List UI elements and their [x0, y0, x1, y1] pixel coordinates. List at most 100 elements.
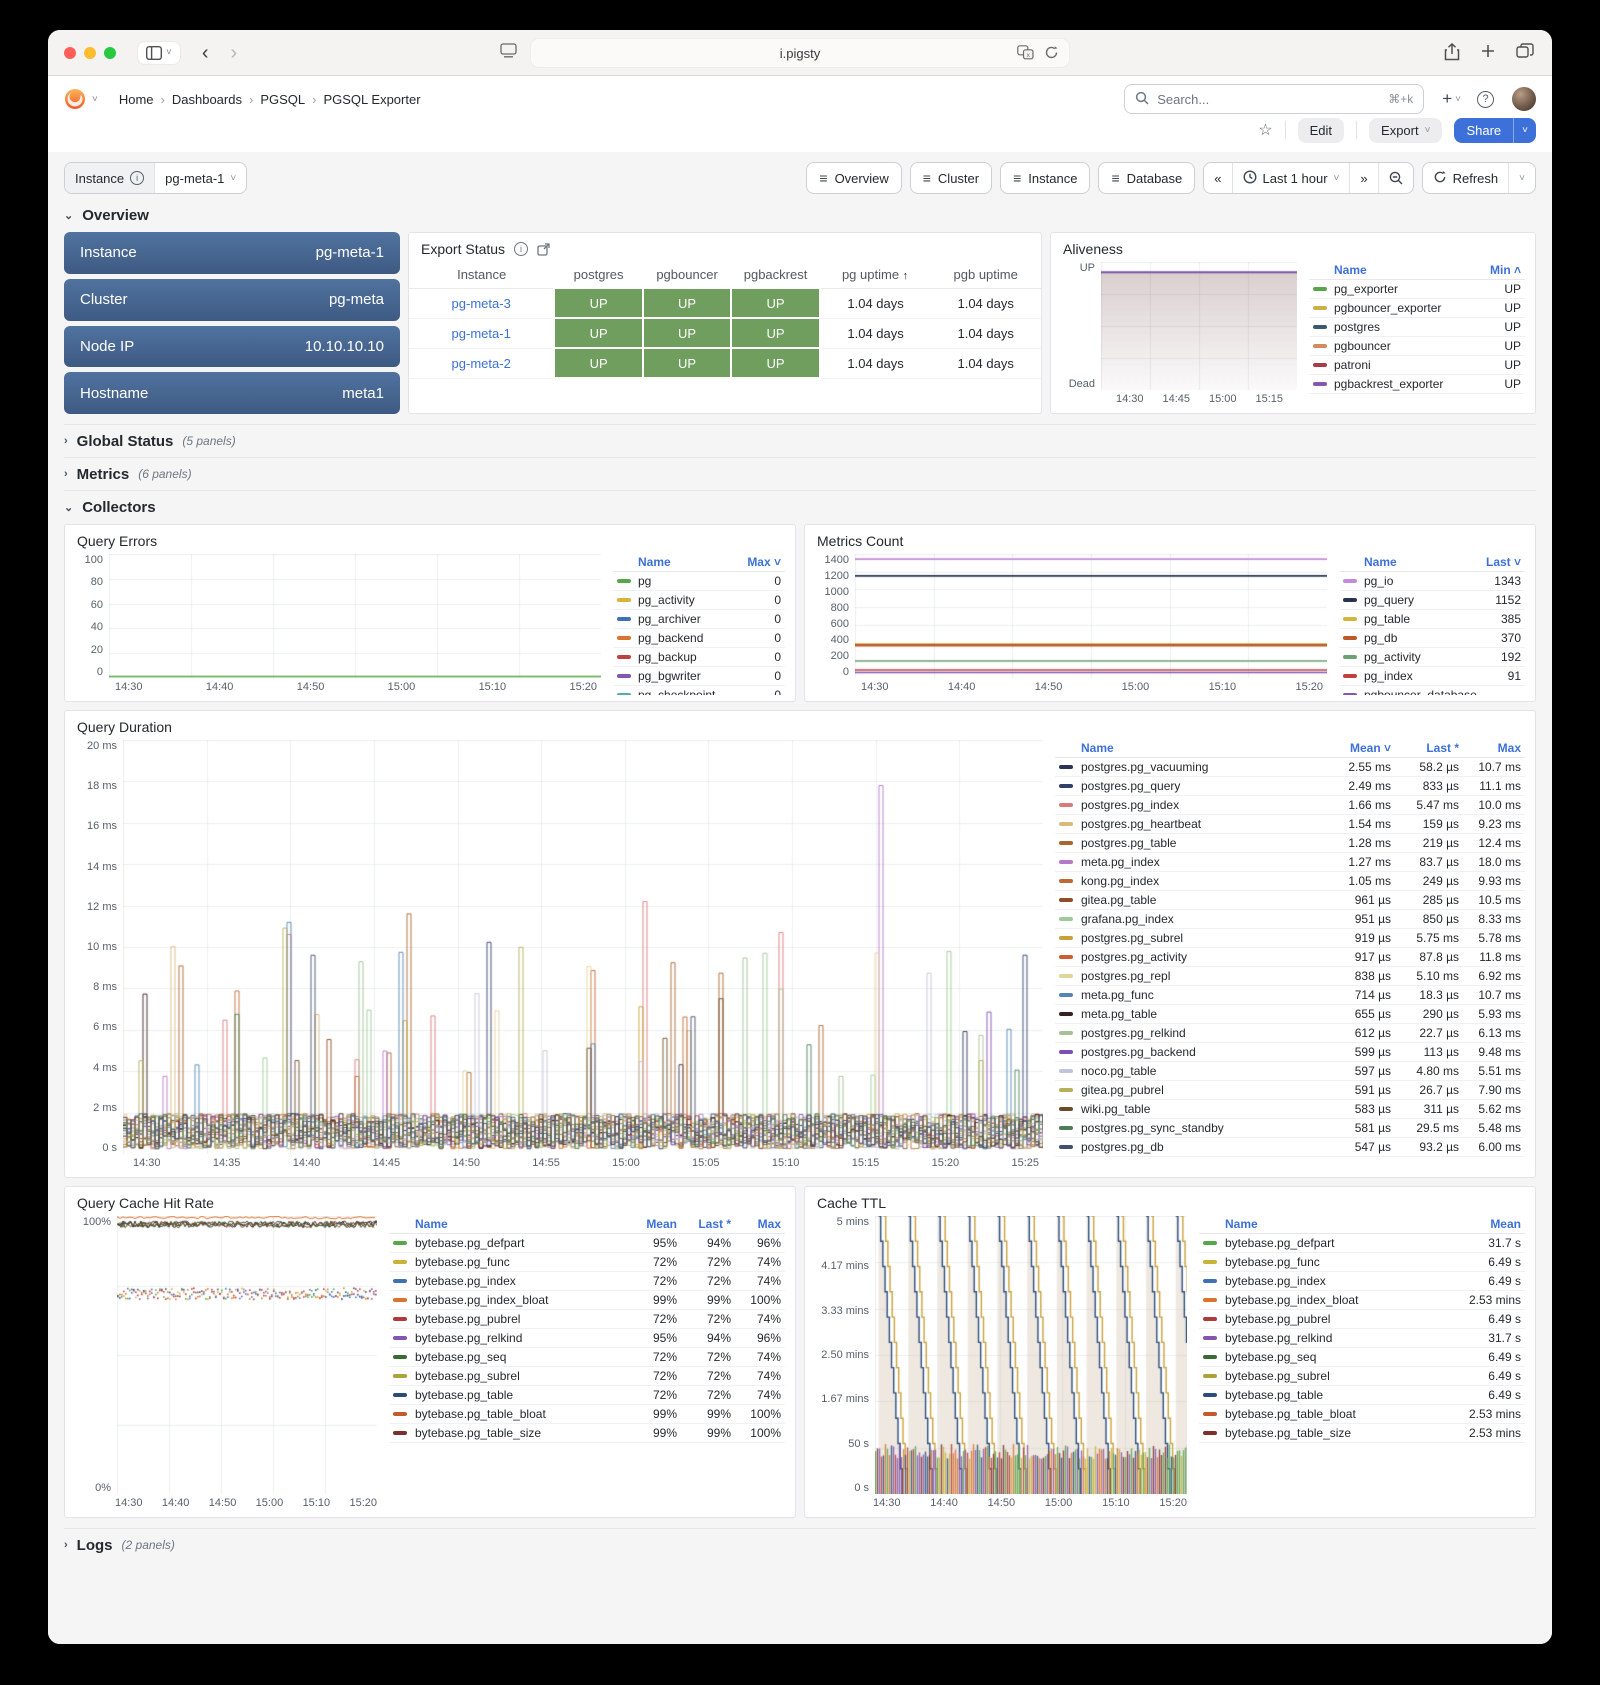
series-name[interactable]: grafana.pg_index — [1081, 912, 1323, 926]
time-shift-forward-button[interactable]: » — [1349, 163, 1377, 193]
legend-item[interactable]: postgres.pg_vacuuming 2.55 ms 58.2 µs 10… — [1055, 758, 1525, 777]
legend-item[interactable]: bytebase.pg_seq 72% 72% 74% — [389, 1348, 785, 1367]
series-name[interactable]: wiki.pg_table — [1081, 1102, 1323, 1116]
legend-item[interactable]: bytebase.pg_subrel 72% 72% 74% — [389, 1367, 785, 1386]
legend-item[interactable]: bytebase.pg_table 72% 72% 74% — [389, 1386, 785, 1405]
legend-item[interactable]: bytebase.pg_func 72% 72% 74% — [389, 1253, 785, 1272]
favorite-star-icon[interactable]: ☆ — [1258, 120, 1272, 140]
translate-icon[interactable]: x — [1017, 45, 1034, 63]
legend-item[interactable]: bytebase.pg_relkind 31.7 s — [1199, 1329, 1525, 1348]
series-name[interactable]: postgres.pg_repl — [1081, 969, 1323, 983]
legend-item[interactable]: pg_activity 0 — [613, 591, 785, 610]
series-name[interactable]: bytebase.pg_func — [1225, 1255, 1445, 1269]
aliveness-chart-canvas[interactable] — [1101, 262, 1297, 390]
series-name[interactable]: meta.pg_func — [1081, 988, 1323, 1002]
series-name[interactable]: postgres.pg_db — [1081, 1140, 1323, 1154]
reload-icon[interactable] — [1044, 45, 1059, 63]
legend-item[interactable]: pg_checkpoint 0 — [613, 686, 785, 695]
share-button[interactable]: Share ˅ — [1454, 118, 1536, 143]
legend-item[interactable]: bytebase.pg_pubrel 72% 72% 74% — [389, 1310, 785, 1329]
org-chevron-icon[interactable]: ˅ — [92, 94, 98, 105]
series-name[interactable]: postgres — [1334, 320, 1497, 334]
legend-item[interactable]: postgres.pg_relkind 612 µs 22.7 µs 6.13 … — [1055, 1024, 1525, 1043]
column-header[interactable]: pgbouncer — [643, 262, 731, 288]
series-name[interactable]: pg_backend — [638, 631, 767, 645]
series-name[interactable]: pgbouncer — [1334, 339, 1497, 353]
instance-link[interactable]: pg-meta-3 — [409, 288, 554, 318]
legend-item[interactable]: pg_index 91 — [1339, 667, 1525, 686]
add-menu-button[interactable]: + ˅ — [1442, 89, 1461, 109]
legend-item[interactable]: gitea.pg_table 961 µs 285 µs 10.5 ms — [1055, 891, 1525, 910]
series-name[interactable]: bytebase.pg_relkind — [1225, 1331, 1445, 1345]
legend-item[interactable]: postgres UP — [1309, 318, 1525, 337]
series-name[interactable]: noco.pg_table — [1081, 1064, 1323, 1078]
time-range-picker[interactable]: Last 1 hour ˅ — [1232, 163, 1350, 193]
legend-item[interactable]: postgres.pg_backend 599 µs 113 µs 9.48 m… — [1055, 1043, 1525, 1062]
series-name[interactable]: bytebase.pg_index_bloat — [1225, 1293, 1445, 1307]
series-name[interactable]: bytebase.pg_table_size — [1225, 1426, 1445, 1440]
series-name[interactable]: postgres.pg_vacuuming — [1081, 760, 1323, 774]
legend-item[interactable]: meta.pg_index 1.27 ms 83.7 µs 18.0 ms — [1055, 853, 1525, 872]
series-name[interactable]: postgres.pg_table — [1081, 836, 1323, 850]
breadcrumb-item[interactable]: › PGSQL — [249, 92, 305, 107]
cache-hit-chart-canvas[interactable] — [117, 1216, 377, 1494]
legend-item[interactable]: noco.pg_table 597 µs 4.80 ms 5.51 ms — [1055, 1062, 1525, 1081]
legend-item[interactable]: kong.pg_index 1.05 ms 249 µs 9.93 ms — [1055, 872, 1525, 891]
tab-overview-icon[interactable] — [1516, 43, 1534, 66]
legend-item[interactable]: pg_query 1152 — [1339, 591, 1525, 610]
breadcrumb-item[interactable]: Home — [112, 92, 154, 107]
series-name[interactable]: postgres.pg_backend — [1081, 1045, 1323, 1059]
series-name[interactable]: meta.pg_table — [1081, 1007, 1323, 1021]
query-duration-chart-canvas[interactable] — [123, 740, 1043, 1154]
info-icon[interactable]: i — [514, 242, 528, 256]
instance-link[interactable]: pg-meta-2 — [409, 348, 554, 378]
share-chevron-icon[interactable]: ˅ — [1513, 118, 1536, 143]
legend-item[interactable]: pg_io 1343 — [1339, 572, 1525, 591]
legend-item[interactable]: postgres.pg_sync_standby 581 µs 29.5 ms … — [1055, 1119, 1525, 1138]
series-name[interactable]: postgres.pg_sync_standby — [1081, 1121, 1323, 1135]
breadcrumb-label[interactable]: Dashboards — [172, 92, 242, 107]
series-name[interactable]: bytebase.pg_table — [1225, 1388, 1445, 1402]
help-icon[interactable]: ? — [1477, 91, 1494, 108]
metrics-count-chart-canvas[interactable] — [855, 554, 1327, 678]
series-name[interactable]: bytebase.pg_table_bloat — [1225, 1407, 1445, 1421]
instance-variable-select[interactable]: Instance i pg-meta-1 ˅ — [64, 162, 247, 194]
series-name[interactable]: postgres.pg_heartbeat — [1081, 817, 1323, 831]
minimize-window-button[interactable] — [84, 47, 96, 59]
cache-ttl-chart-canvas[interactable] — [875, 1216, 1187, 1494]
legend-item[interactable]: meta.pg_func 714 µs 18.3 µs 10.7 ms — [1055, 986, 1525, 1005]
search-input[interactable]: Search... ⌘+k — [1124, 84, 1424, 114]
legend-item[interactable]: bytebase.pg_index 72% 72% 74% — [389, 1272, 785, 1291]
legend-item[interactable]: grafana.pg_index 951 µs 850 µs 8.33 ms — [1055, 910, 1525, 929]
series-name[interactable]: postgres.pg_activity — [1081, 950, 1323, 964]
legend-item[interactable]: postgres.pg_table 1.28 ms 219 µs 12.4 ms — [1055, 834, 1525, 853]
section-collectors[interactable]: ⌄ Collectors — [64, 490, 1536, 524]
legend-item[interactable]: bytebase.pg_index_bloat 2.53 mins — [1199, 1291, 1525, 1310]
grafana-logo[interactable] — [64, 88, 86, 110]
legend-item[interactable]: pgbouncer_exporter UP — [1309, 299, 1525, 318]
series-name[interactable]: bytebase.pg_subrel — [1225, 1369, 1445, 1383]
refresh-interval-chevron[interactable]: ˅ — [1508, 163, 1535, 193]
instance-link[interactable]: pg-meta-1 — [409, 318, 554, 348]
section-global-status[interactable]: › Global Status (5 panels) — [64, 424, 1536, 457]
breadcrumb-label[interactable]: PGSQL — [260, 92, 305, 107]
series-name[interactable]: postgres.pg_subrel — [1081, 931, 1323, 945]
legend-item[interactable]: pg_table 385 — [1339, 610, 1525, 629]
series-name[interactable]: postgres.pg_query — [1081, 779, 1323, 793]
legend-item[interactable]: bytebase.pg_table_size 2.53 mins — [1199, 1424, 1525, 1443]
series-name[interactable]: pg_io — [1364, 574, 1487, 588]
series-name[interactable]: pg_activity — [1364, 650, 1494, 664]
page-settings-icon[interactable] — [500, 43, 517, 63]
legend-item[interactable]: bytebase.pg_index 6.49 s — [1199, 1272, 1525, 1291]
breadcrumb-label[interactable]: Home — [119, 92, 154, 107]
instance-variable-value[interactable]: pg-meta-1 ˅ — [154, 163, 246, 193]
sidebar-toggle-button[interactable]: ˅ — [138, 42, 180, 64]
series-name[interactable]: pg_query — [1364, 593, 1488, 607]
legend-item[interactable]: pg_exporter UP — [1309, 280, 1525, 299]
legend-item[interactable]: pg_bgwriter 0 — [613, 667, 785, 686]
series-name[interactable]: pg_exporter — [1334, 282, 1497, 296]
legend-item[interactable]: postgres.pg_index 1.66 ms 5.47 ms 10.0 m… — [1055, 796, 1525, 815]
series-name[interactable]: pg_index — [1364, 669, 1501, 683]
legend-item[interactable]: pgbouncer UP — [1309, 337, 1525, 356]
series-name[interactable]: pg_bgwriter — [638, 669, 767, 683]
